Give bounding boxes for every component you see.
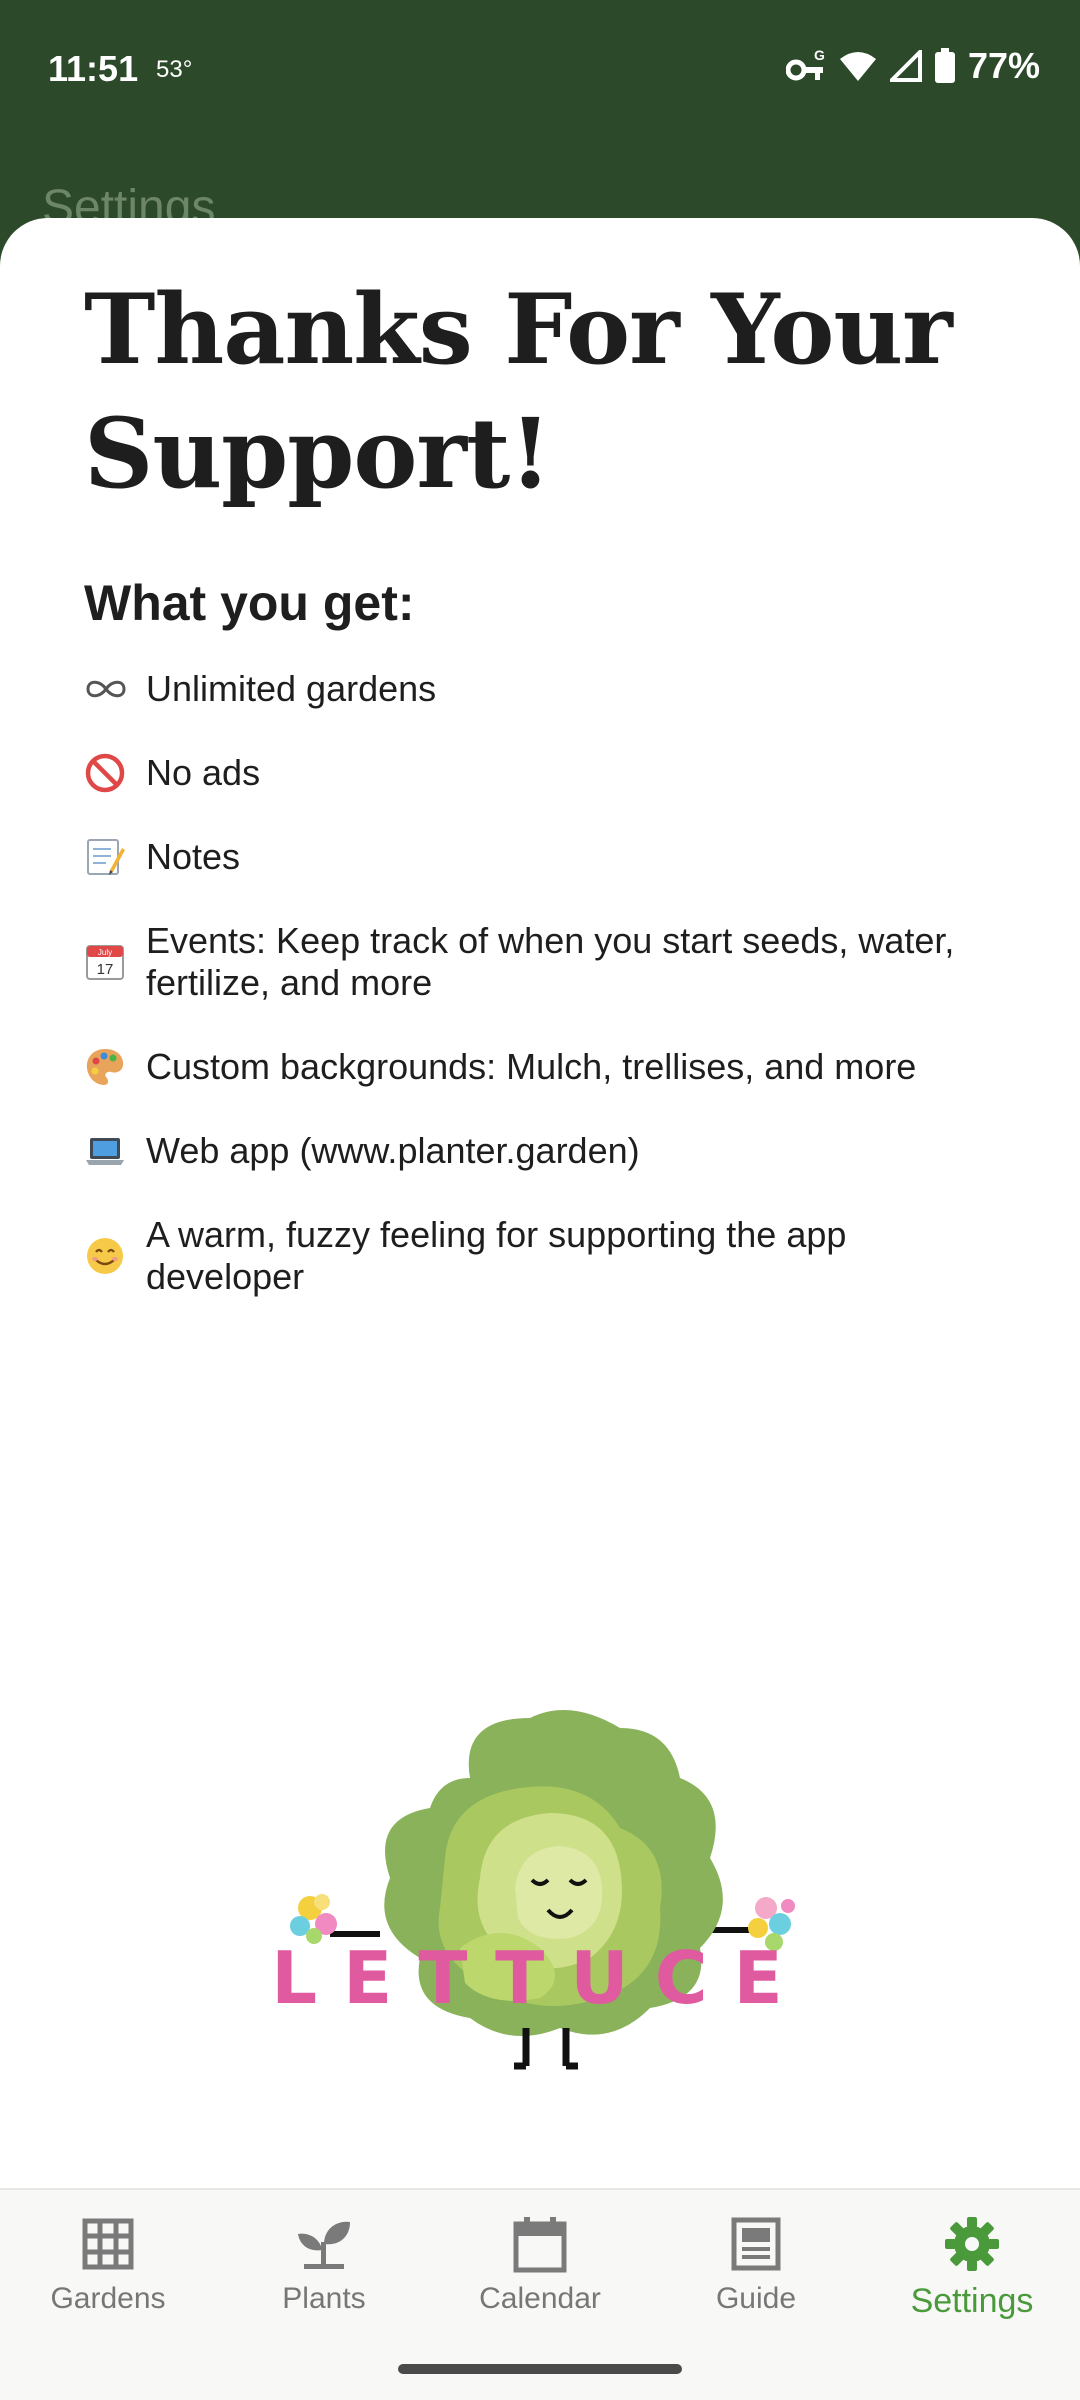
benefit-text: Events: Keep track of when you start see… bbox=[146, 920, 955, 1003]
infinity-icon bbox=[86, 680, 126, 698]
status-time: 11:51 bbox=[48, 48, 139, 89]
signal-icon bbox=[889, 50, 922, 82]
sheet-title: Thanks For Your Support! bbox=[84, 273, 953, 510]
gear-icon bbox=[945, 2217, 999, 2271]
nav-label: Calendar bbox=[479, 2282, 601, 2315]
home-indicator[interactable] bbox=[398, 2364, 682, 2374]
laptop-icon bbox=[86, 1138, 124, 1165]
benefit-item: A warm, fuzzy feeling for supporting the… bbox=[84, 1214, 1004, 1298]
nav-item-calendar[interactable]: Calendar bbox=[432, 2214, 648, 2344]
svg-text:G: G bbox=[814, 48, 825, 63]
grid-icon bbox=[82, 2218, 134, 2270]
mascot-label: LETTUCE bbox=[271, 1936, 809, 2020]
nav-label: Guide bbox=[715, 2282, 797, 2315]
benefit-text: No ads bbox=[146, 752, 261, 793]
benefit-text: Custom backgrounds: Mulch, trellises, an… bbox=[146, 1046, 917, 1087]
nav-item-plants[interactable]: Plants bbox=[216, 2214, 432, 2344]
palette-icon bbox=[86, 1049, 124, 1085]
calendar-emoji-icon: July 17 bbox=[86, 945, 124, 980]
calendar-emoji-month: July bbox=[98, 948, 112, 957]
calendar-icon bbox=[513, 2217, 567, 2273]
benefit-text: Web app (www.planter.garden) bbox=[146, 1130, 640, 1171]
benefit-item: No ads bbox=[84, 752, 1004, 794]
support-sheet: Thanks For Your Support! What you get: U… bbox=[0, 218, 1080, 2400]
battery-percent: 77% bbox=[967, 45, 1040, 86]
guide-icon bbox=[731, 2217, 781, 2271]
no-entry-icon bbox=[85, 753, 125, 793]
benefit-item: July 17 Events: Keep track of when you s… bbox=[84, 920, 1004, 1004]
status-temperature: 53° bbox=[156, 56, 193, 83]
nav-label: Settings bbox=[910, 2282, 1034, 2320]
nav-label: Plants bbox=[282, 2282, 366, 2315]
benefit-text: A warm, fuzzy feeling for supporting the… bbox=[146, 1214, 847, 1297]
calendar-emoji-day: 17 bbox=[97, 961, 114, 978]
benefits-heading: What you get: bbox=[84, 575, 415, 631]
benefit-list: Unlimited gardens No ads Notes July 17 E… bbox=[84, 668, 1004, 1340]
battery-icon bbox=[934, 48, 955, 83]
sprout-icon bbox=[298, 2221, 350, 2269]
status-bar: 11:51 53° G 77% bbox=[0, 0, 1080, 140]
smile-icon bbox=[87, 1238, 123, 1274]
nav-item-settings[interactable]: Settings bbox=[864, 2214, 1080, 2344]
nav-label: Gardens bbox=[50, 2282, 166, 2315]
status-icons: G 77% bbox=[785, 44, 1040, 88]
benefit-item: Web app (www.planter.garden) bbox=[84, 1130, 1004, 1172]
benefit-text: Notes bbox=[146, 836, 241, 877]
benefit-item: Custom backgrounds: Mulch, trellises, an… bbox=[84, 1046, 1004, 1088]
nav-item-guide[interactable]: Guide bbox=[648, 2214, 864, 2344]
nav-item-gardens[interactable]: Gardens bbox=[0, 2214, 216, 2344]
memo-icon bbox=[87, 839, 125, 875]
benefit-item: Unlimited gardens bbox=[84, 668, 1004, 710]
wifi-icon bbox=[839, 52, 876, 81]
vpn-key-icon: G bbox=[785, 48, 825, 81]
benefit-item: Notes bbox=[84, 836, 1004, 878]
benefit-text: Unlimited gardens bbox=[146, 668, 437, 709]
